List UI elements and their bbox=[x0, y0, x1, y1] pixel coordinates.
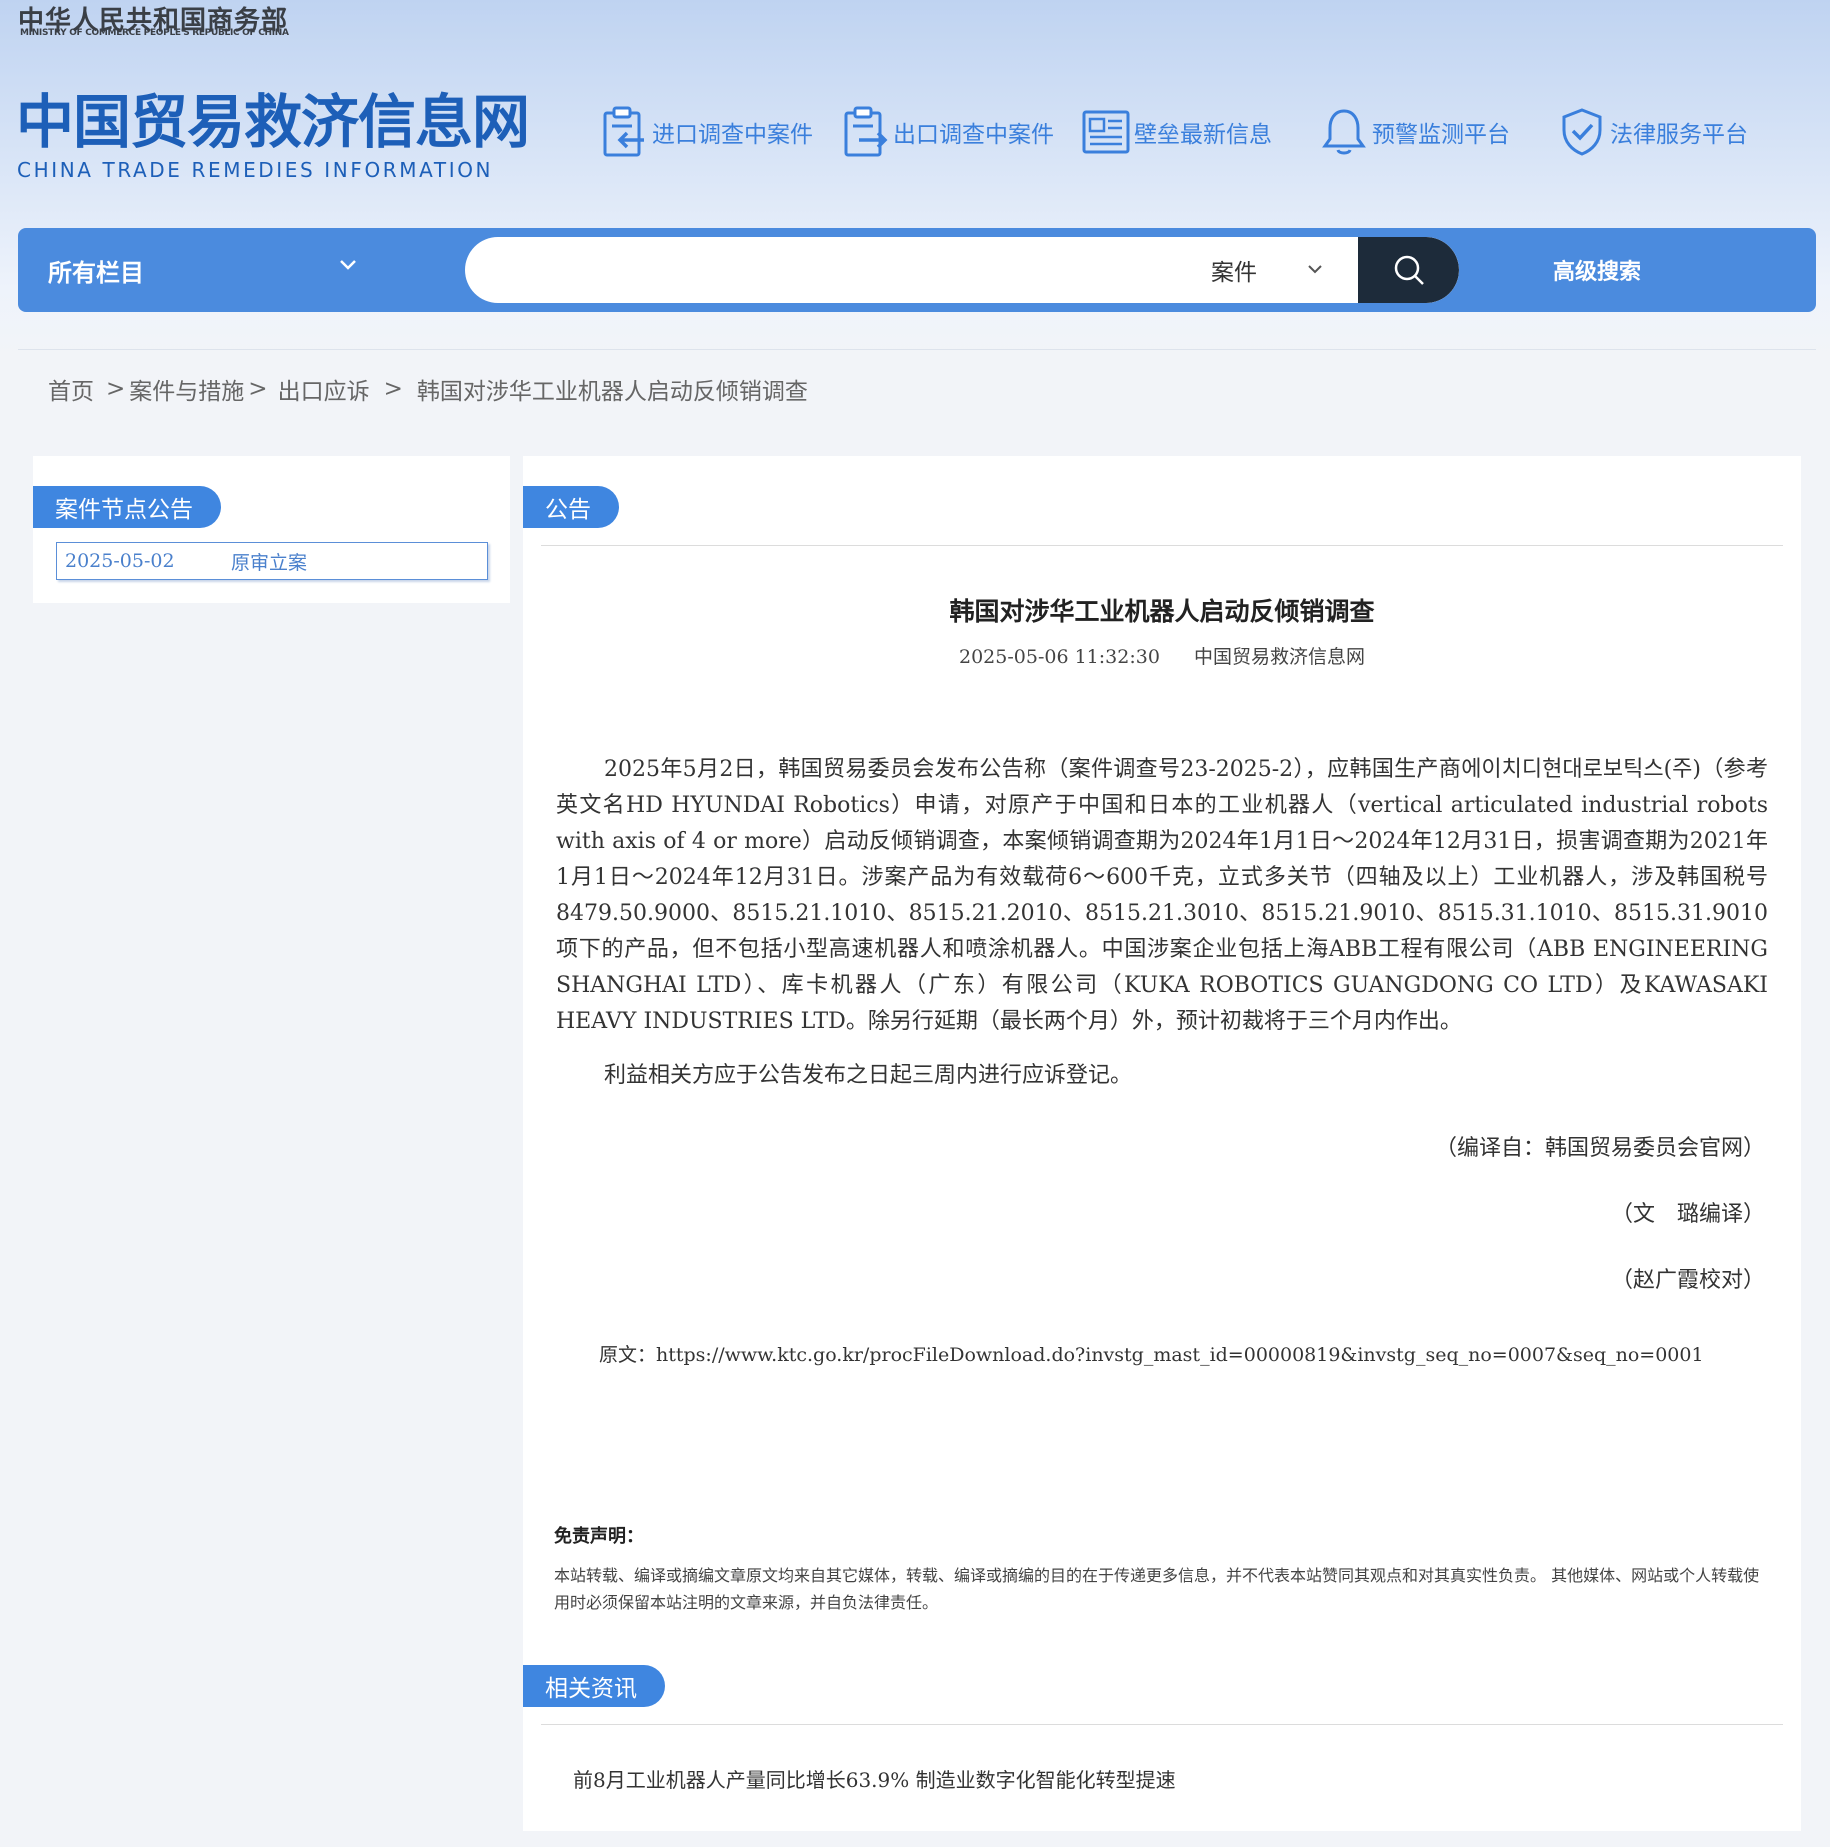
search-type-select[interactable]: 案件 bbox=[1211, 237, 1335, 303]
article-paragraph: 2025年5月2日，韩国贸易委员会发布公告称（案件调查号23-2025-2），应… bbox=[556, 757, 1768, 1034]
nav-import-cases-label: 进口调查中案件 bbox=[652, 122, 813, 148]
disclaimer-text: 本站转载、编译或摘编文章原文均来自其它媒体，转载、编译或摘编的目的在于传递更多信… bbox=[554, 1566, 1760, 1612]
nav-barrier-news[interactable]: 壁垒最新信息 bbox=[1082, 106, 1272, 158]
clipboard-import-icon bbox=[603, 106, 644, 157]
article-paragraph: 利益相关方应于公告发布之日起三周内进行应诉登记。 bbox=[604, 1063, 1133, 1088]
compiled-from: （编译自：韩国贸易委员会官网） bbox=[1434, 1136, 1765, 1161]
related-news-item[interactable]: 前8月工业机器人产量同比增长63.9% 制造业数字化智能化转型提速 bbox=[573, 1764, 1176, 1793]
original-source-link[interactable]: 原文：https://www.ktc.go.kr/procFileDownloa… bbox=[599, 1340, 1704, 1367]
breadcrumb-current: 韩国对涉华工业机器人启动反倾销调查 bbox=[416, 379, 808, 405]
article-body: 2025年5月2日，韩国贸易委员会发布公告称（案件调查号23-2025-2），应… bbox=[556, 752, 1768, 1094]
search-type-label: 案件 bbox=[1211, 260, 1257, 286]
nav-import-cases[interactable]: 进口调查中案件 bbox=[600, 106, 813, 158]
related-news-tab: 相关资讯 bbox=[523, 1665, 665, 1707]
search-bar: 所有栏目 案件 高级搜索 bbox=[18, 228, 1816, 312]
article-meta: 2025-05-06 11:32:30 中国贸易救济信息网 bbox=[523, 642, 1801, 669]
disclaimer-title: 免责声明： bbox=[554, 1526, 644, 1547]
site-logo-en: CHINA TRADE REMEDIES INFORMATION bbox=[17, 158, 494, 182]
article-title: 韩国对涉华工业机器人启动反倾销调查 bbox=[949, 597, 1375, 626]
case-node-title: 案件节点公告 bbox=[33, 486, 221, 528]
breadcrumb-separator: > bbox=[106, 376, 126, 402]
clipboard-export-icon bbox=[844, 106, 888, 157]
search-input[interactable] bbox=[489, 237, 1233, 303]
nav-export-cases[interactable]: 出口调查中案件 bbox=[841, 106, 1054, 158]
nav-legal-platform[interactable]: 法律服务平台 bbox=[1558, 106, 1748, 158]
case-node-panel: 案件节点公告 2025-05-02 原审立案 bbox=[33, 456, 510, 603]
nav-barrier-news-label: 壁垒最新信息 bbox=[1134, 122, 1272, 148]
article-panel: 公告 韩国对涉华工业机器人启动反倾销调查 2025-05-06 11:32:30… bbox=[523, 456, 1801, 1831]
divider bbox=[541, 1724, 1783, 1725]
shield-check-icon bbox=[1562, 108, 1602, 156]
chevron-down-icon bbox=[340, 260, 356, 270]
top-nav: 进口调查中案件 出口调查中案件 壁垒最新信息 预警监测平台 法律服务平台 bbox=[600, 104, 1776, 160]
nav-warning-platform[interactable]: 预警监测平台 bbox=[1320, 106, 1510, 158]
translator-credit: （文 璐编译） bbox=[1610, 1202, 1765, 1227]
search-button[interactable] bbox=[1358, 237, 1459, 303]
newspaper-icon bbox=[1082, 110, 1130, 154]
nav-legal-platform-label: 法律服务平台 bbox=[1610, 122, 1748, 148]
search-icon bbox=[1394, 255, 1424, 285]
article-datetime: 2025-05-06 11:32:30 bbox=[959, 646, 1160, 668]
proofreader-credit: （赵广霞校对） bbox=[1610, 1268, 1765, 1293]
advanced-search-link[interactable]: 高级搜索 bbox=[1553, 228, 1641, 312]
breadcrumb-separator: > bbox=[248, 376, 268, 402]
search-box: 案件 bbox=[465, 237, 1459, 303]
ministry-logo-en: MINISTRY OF COMMERCE PEOPLE'S REPUBLIC O… bbox=[20, 28, 289, 38]
case-node-label: 原审立案 bbox=[231, 551, 308, 574]
nav-export-cases-label: 出口调查中案件 bbox=[893, 122, 1054, 148]
category-select-label: 所有栏目 bbox=[48, 257, 144, 287]
case-node-item[interactable]: 2025-05-02 原审立案 bbox=[56, 542, 488, 580]
category-select[interactable]: 所有栏目 bbox=[48, 228, 368, 312]
breadcrumb-separator: > bbox=[383, 376, 403, 402]
chevron-down-icon bbox=[1308, 265, 1322, 274]
article-source: 中国贸易救济信息网 bbox=[1193, 646, 1365, 668]
breadcrumb-home[interactable]: 首页 bbox=[48, 372, 94, 406]
divider bbox=[541, 545, 1783, 546]
bell-icon bbox=[1322, 109, 1366, 155]
site-logo-cn[interactable]: 中国贸易救济信息网 bbox=[16, 90, 530, 154]
announcement-tab: 公告 bbox=[523, 486, 619, 528]
breadcrumb-cases[interactable]: 案件与措施 bbox=[129, 372, 244, 406]
nav-warning-platform-label: 预警监测平台 bbox=[1372, 122, 1510, 148]
case-node-date: 2025-05-02 bbox=[65, 550, 175, 572]
breadcrumb-export[interactable]: 出口应诉 bbox=[278, 372, 370, 406]
breadcrumb: 首页 > 案件与措施 > 出口应诉 > 韩国对涉华工业机器人启动反倾销调查 bbox=[48, 372, 808, 406]
